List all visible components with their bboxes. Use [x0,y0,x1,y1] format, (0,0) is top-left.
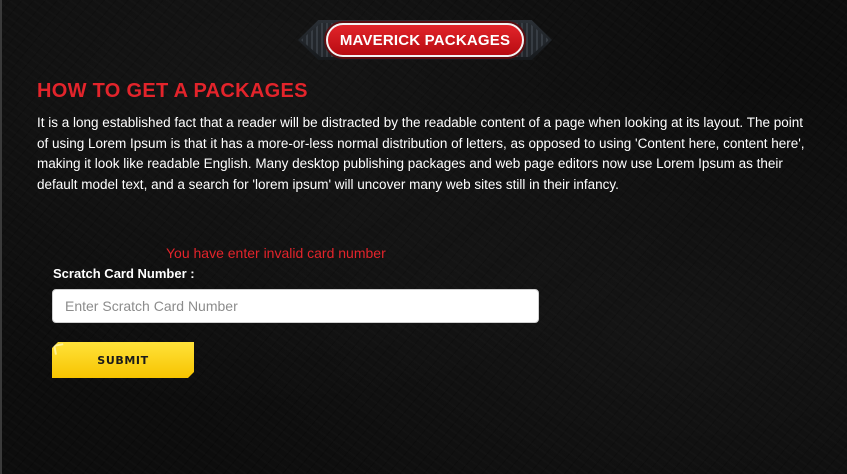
banner-plate: MAVERICK PACKAGES [326,23,524,57]
page-background [0,0,847,474]
page-banner: MAVERICK PACKAGES [298,18,552,62]
scratch-card-input[interactable] [52,289,539,323]
submit-button[interactable]: SUBMIT [52,342,194,378]
banner-title: MAVERICK PACKAGES [339,31,511,49]
section-description: It is a long established fact that a rea… [37,115,805,192]
submit-button-label: SUBMIT [97,353,149,367]
error-message: You have enter invalid card number [166,245,386,261]
scratch-card-label: Scratch Card Number : [53,266,195,281]
section-heading: HOW TO GET A PACKAGES [37,80,308,102]
left-border [0,0,2,474]
